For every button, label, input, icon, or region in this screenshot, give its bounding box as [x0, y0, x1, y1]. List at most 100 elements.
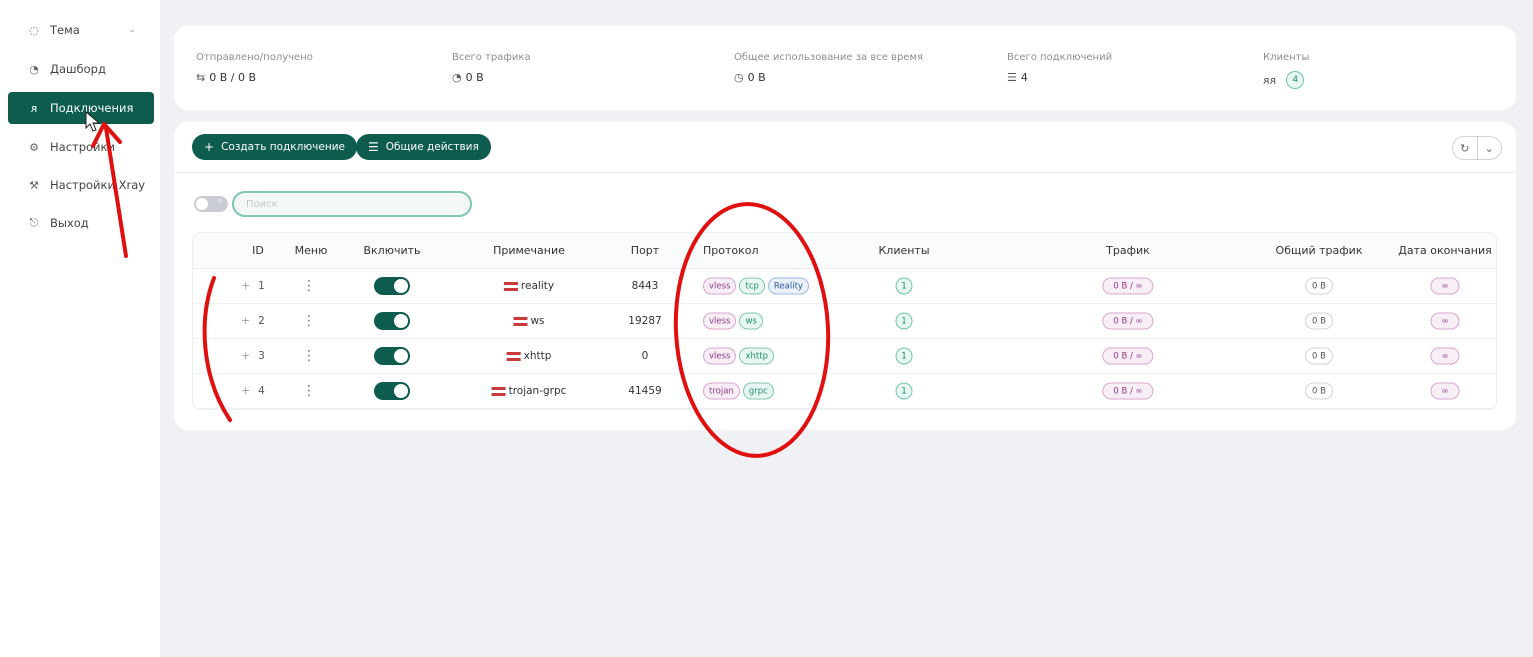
divider	[174, 172, 1516, 173]
flag-icon	[491, 386, 506, 396]
button-label: Создать подключение	[221, 141, 345, 153]
row-menu-icon[interactable]: ⋮	[302, 348, 316, 364]
logout-icon: ⎋	[29, 216, 39, 229]
user-icon: ᴙ	[30, 101, 38, 115]
stat-label: Всего трафика	[452, 52, 531, 63]
row-menu-icon[interactable]: ⋮	[302, 278, 316, 294]
row-menu-icon[interactable]: ⋮	[302, 383, 316, 399]
sidebar-item-theme[interactable]: ◌ Тема ⌄	[8, 14, 154, 46]
clients-count-badge: 4	[1286, 71, 1305, 89]
col-enable: Включить	[363, 244, 421, 257]
sidebar-item-dashboard[interactable]: ◔ Дашборд	[8, 53, 154, 85]
dashboard-icon: ◔	[29, 62, 39, 76]
traffic-pill: 0 B / ∞	[1102, 277, 1154, 295]
flag-icon	[503, 281, 518, 291]
all-time-pill: 0 B	[1305, 277, 1333, 295]
main-content: Отправлено/получено ⇆ 0 B / 0 B Всего тра…	[160, 0, 1533, 657]
row-id: 2	[258, 315, 265, 327]
refresh-group: ↻ ⌄	[1452, 136, 1502, 160]
enable-toggle[interactable]	[374, 312, 410, 330]
sidebar-item-settings[interactable]: ⚙ Настройки	[8, 131, 154, 163]
row-port: 8443	[631, 280, 659, 292]
network-tag: ws	[739, 312, 763, 330]
bulb-icon: ◌	[29, 23, 39, 37]
expand-icon[interactable]: +	[241, 315, 250, 327]
protocol-tags: trojan grpc	[703, 382, 777, 400]
security-tag: Reality	[767, 277, 809, 295]
sidebar-item-xray-settings[interactable]: ⚒ Настройки Xray	[8, 169, 154, 201]
col-protocol: Протокол	[703, 244, 759, 257]
stat-value: 0 B / 0 B	[209, 71, 257, 84]
sidebar-item-logout[interactable]: ⎋ Выход	[8, 207, 154, 239]
menu-icon: ☰	[368, 140, 379, 154]
row-id: 1	[258, 280, 265, 292]
table-row[interactable]: +4 ⋮ trojan-grpc 41459 trojan grpc 1 0 B…	[193, 374, 1496, 409]
search-input[interactable]	[232, 191, 472, 217]
stat-label: Отправлено/получено	[196, 52, 313, 63]
clients-badge[interactable]: 1	[895, 382, 913, 400]
create-inbound-button[interactable]: + Создать подключение	[192, 134, 357, 160]
gear-icon: ⚙	[29, 140, 39, 154]
network-tag: tcp	[739, 277, 765, 295]
row-id: 3	[258, 350, 265, 362]
inbounds-card: + Создать подключение ☰ Общие действия ↻…	[174, 122, 1516, 430]
sidebar-item-label: Тема	[50, 23, 80, 37]
enable-toggle[interactable]	[374, 382, 410, 400]
expand-icon[interactable]: +	[241, 350, 250, 362]
expand-icon[interactable]: +	[241, 280, 250, 292]
table-row[interactable]: +1 ⋮ reality 8443 vless tcp Reality 1 0 …	[193, 269, 1496, 304]
sidebar-item-inbounds[interactable]: ᴙ Подключения	[8, 92, 154, 124]
users-icon: ᴙᴙ	[1263, 73, 1277, 87]
refresh-icon[interactable]: ↻	[1453, 137, 1477, 159]
enable-toggle[interactable]	[374, 347, 410, 365]
filter-toggle[interactable]: ▿	[194, 196, 228, 212]
sidebar: ◌ Тема ⌄ ◔ Дашборд ᴙ Подключения ⚙ Настр…	[0, 0, 160, 657]
row-id: 4	[258, 385, 265, 397]
expiry-pill: ∞	[1430, 347, 1460, 365]
expand-icon[interactable]: +	[241, 385, 250, 397]
row-remark: reality	[520, 280, 555, 292]
expiry-pill: ∞	[1430, 277, 1460, 295]
row-remark: xhttp	[523, 350, 552, 362]
col-all-time: Общий трафик	[1275, 244, 1363, 257]
col-port: Порт	[630, 244, 660, 257]
protocol-tag: vless	[703, 277, 737, 295]
button-label: Общие действия	[385, 141, 479, 153]
enable-toggle[interactable]	[374, 277, 410, 295]
stat-label: Всего подключений	[1007, 52, 1113, 63]
traffic-pill: 0 B / ∞	[1102, 382, 1154, 400]
row-port: 19287	[628, 315, 662, 327]
row-port: 41459	[628, 385, 662, 397]
network-tag: xhttp	[739, 347, 774, 365]
clients-badge[interactable]: 1	[895, 312, 913, 330]
traffic-pill: 0 B / ∞	[1102, 347, 1154, 365]
stat-label: Клиенты	[1263, 52, 1310, 63]
row-remark: trojan-grpc	[508, 385, 567, 397]
all-time-pill: 0 B	[1305, 347, 1333, 365]
table-row[interactable]: +2 ⋮ ws 19287 vless ws 1 0 B / ∞ 0 B ∞	[193, 304, 1496, 339]
col-menu: Меню	[294, 244, 328, 257]
general-actions-button[interactable]: ☰ Общие действия	[356, 134, 491, 160]
row-menu-icon[interactable]: ⋮	[302, 313, 316, 329]
chevron-down-icon[interactable]: ⌄	[1476, 137, 1502, 159]
swap-icon: ⇆	[196, 71, 206, 84]
row-port: 0	[641, 350, 649, 362]
stat-label: Общее использование за все время	[734, 52, 924, 63]
stat-value: 4	[1020, 71, 1028, 84]
stats-card: Отправлено/получено ⇆ 0 B / 0 B Всего тра…	[174, 26, 1516, 110]
table-row[interactable]: +3 ⋮ xhttp 0 vless xhttp 1 0 B / ∞ 0 B ∞	[193, 339, 1496, 374]
network-tag: grpc	[742, 382, 774, 400]
col-id: ID	[252, 244, 264, 257]
sidebar-item-label: Подключения	[50, 101, 134, 115]
protocol-tag: vless	[703, 347, 737, 365]
clients-badge[interactable]: 1	[895, 277, 913, 295]
clients-badge[interactable]: 1	[895, 347, 913, 365]
all-time-pill: 0 B	[1305, 382, 1333, 400]
stat-value: 0 B	[465, 71, 484, 84]
col-clients: Клиенты	[878, 244, 930, 257]
clock-icon: ◷	[734, 71, 744, 84]
pie-chart-icon: ◔	[452, 71, 462, 84]
protocol-tags: vless ws	[703, 312, 766, 330]
chevron-down-icon: ⌄	[128, 25, 136, 35]
col-remark: Примечание	[493, 244, 565, 257]
